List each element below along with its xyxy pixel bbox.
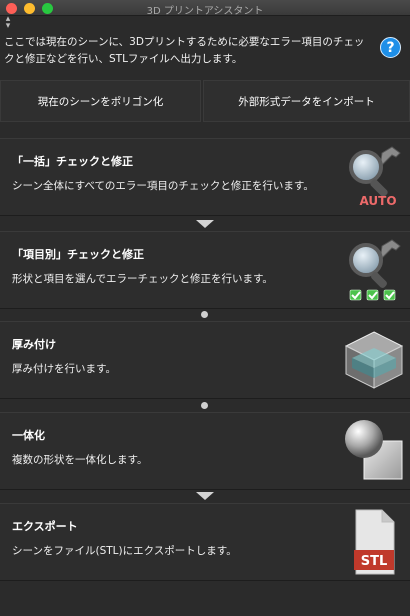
section-batch-check[interactable]: 「一括」チェックと修正 シーン全体にすべてのエラー項目のチェックと修正を行います… — [0, 138, 410, 216]
section-thickening[interactable]: 厚み付け 厚み付けを行います。 — [0, 321, 410, 399]
window-title: 3D プリントアシスタント — [146, 6, 264, 17]
section-title: 「一括」チェックと修正 — [12, 155, 133, 168]
magnifier-wrench-icon: AUTO — [349, 146, 401, 208]
step-dot-icon — [201, 402, 208, 409]
section-description: シーン全体にすべてのエラー項目のチェックと修正を行います。 — [12, 180, 314, 192]
intro-text: ここでは現在のシーンに、3Dプリントするために必要なエラー項目のチェックと修正な… — [4, 36, 365, 65]
import-external-data-button[interactable]: 外部形式データをインポート — [203, 80, 410, 122]
sphere-cube-icon — [345, 420, 403, 480]
section-description: 形状と項目を選んでエラーチェックと修正を行います。 — [12, 273, 273, 285]
step-arrow-icon — [196, 492, 214, 500]
section-description: 厚み付けを行います。 — [12, 363, 116, 375]
step-arrow-icon — [196, 220, 214, 228]
section-title: 厚み付け — [12, 338, 56, 351]
section-title: エクスポート — [12, 520, 78, 533]
section-description: 複数の形状を一体化します。 — [12, 454, 148, 466]
section-title: 「項目別」チェックと修正 — [12, 248, 144, 261]
layered-box-icon — [344, 331, 404, 389]
section-title: 一体化 — [12, 429, 45, 442]
stl-file-icon: STL — [354, 509, 395, 575]
auto-badge: AUTO — [359, 194, 396, 208]
stl-badge: STL — [361, 554, 388, 569]
title-bar: 3D プリントアシスタント — [0, 0, 410, 17]
section-item-check[interactable]: 「項目別」チェックと修正 形状と項目を選んでエラーチェックと修正を行います。 — [0, 231, 410, 309]
help-icon[interactable]: ? — [380, 37, 401, 58]
collapse-toggle-icon[interactable]: ▴ ▾ — [2, 15, 14, 31]
section-unify[interactable]: 一体化 複数の形状を一体化します。 — [0, 412, 410, 490]
magnifier-wrench-checks-icon — [349, 239, 401, 301]
polygonize-scene-button[interactable]: 現在のシーンをポリゴン化 — [0, 80, 201, 122]
step-dot-icon — [201, 311, 208, 318]
section-export[interactable]: エクスポート シーンをファイル(STL)にエクスポートします。 STL — [0, 503, 410, 581]
section-description: シーンをファイル(STL)にエクスポートします。 — [12, 545, 237, 557]
